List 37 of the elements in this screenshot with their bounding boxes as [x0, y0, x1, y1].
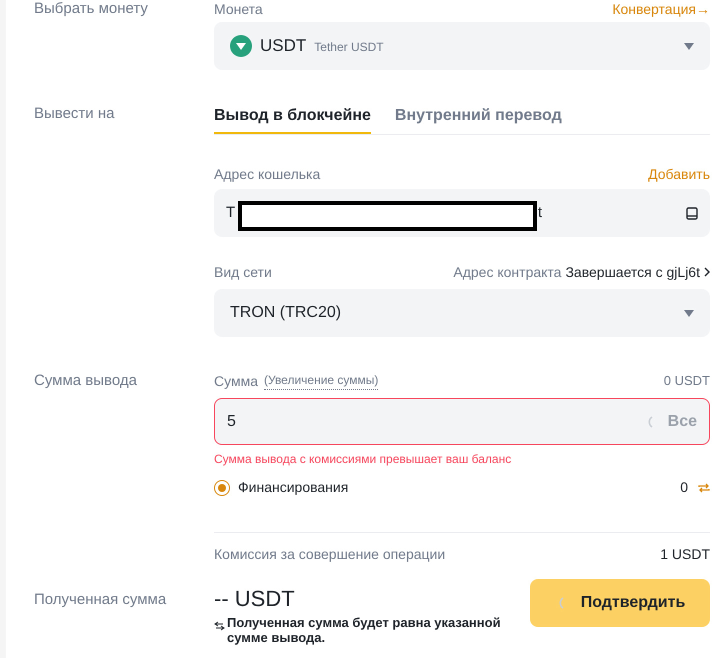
chevron-right-icon [704, 267, 710, 277]
amount-field[interactable]: 5 Все [214, 398, 710, 445]
radio-button[interactable] [214, 480, 230, 496]
coin-symbol: USDT [260, 35, 306, 58]
caret-icon [684, 310, 694, 316]
received-amount: -- USDT [214, 585, 296, 613]
caret-icon [684, 42, 694, 50]
section-label: Сумма вывода [34, 371, 138, 391]
balance-value: 0 USDT [664, 372, 710, 390]
increase-amount-link[interactable]: (Увеличение суммы) [264, 371, 378, 390]
source-amount: 0 [680, 478, 688, 497]
address-field[interactable]: T t [214, 189, 710, 237]
error-message: Сумма вывода с комиссиями превышает ваш баланс [214, 451, 512, 467]
section-label: Выбрать монету [34, 0, 149, 19]
field-label: Монета [214, 0, 263, 18]
tab[interactable]: Вывод в блокчейне [214, 104, 371, 134]
network-select[interactable]: TRON (TRC20) [214, 289, 710, 337]
fee-label: Комиссия за совершение операции [214, 545, 446, 563]
field-label: Сумма [214, 372, 258, 390]
coin-select[interactable]: USDT Tether USDT [214, 22, 710, 70]
field-label: Вид сети [214, 263, 272, 281]
section-label: Вывести на [34, 104, 116, 124]
transfer-icon[interactable] [698, 482, 710, 492]
fee-value: 1 USDT [660, 545, 710, 563]
contract-link[interactable]: Завершается с gjLj6t [565, 263, 710, 281]
contract-label: Адрес контракта [453, 263, 562, 281]
swap-icon [214, 621, 225, 631]
section-label: Полученная сумма [34, 591, 168, 610]
received-note: Полученная сумма будет равна указанной сумме вывода. [227, 615, 502, 645]
address-value: T t [226, 202, 542, 223]
coin-icon [230, 35, 252, 57]
source-label: Финансирования [238, 478, 348, 497]
tab[interactable]: Внутренний перевод [394, 104, 562, 134]
address-book-icon[interactable] [686, 206, 698, 220]
field-label: Адрес кошелька [214, 165, 320, 183]
confirm-button[interactable]: Подтвердить [530, 579, 710, 627]
coin-name: Tether USDT [314, 39, 384, 56]
